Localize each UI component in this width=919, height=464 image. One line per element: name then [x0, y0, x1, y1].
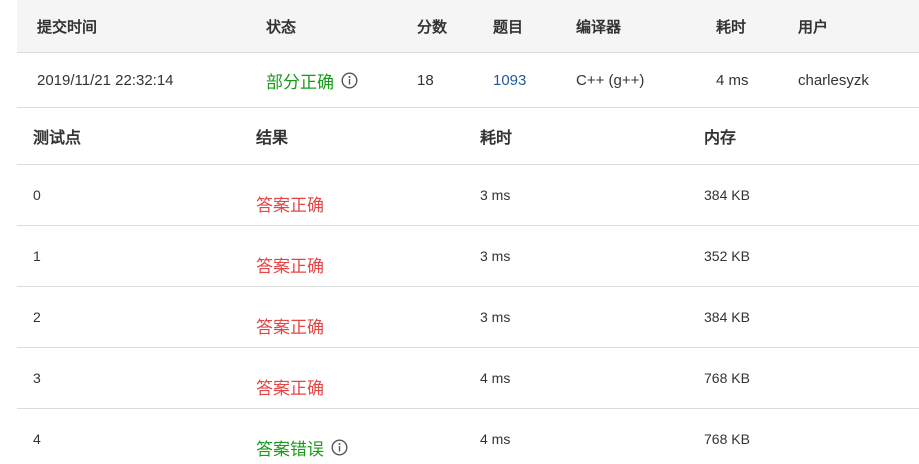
submission-row: 2019/11/21 22:32:14 部分正确 18 1093 C++ (g+…: [17, 53, 919, 108]
table-row: 0 答案正确 3 ms 384 KB: [17, 165, 919, 226]
header-time: 耗时: [480, 130, 513, 147]
submission-detail-page: 提交时间 状态 分数 题目 编译器 耗时 用户 2019/11/21 22:32…: [0, 0, 919, 464]
test-memory: 352 KB: [704, 248, 750, 264]
test-id: 3: [33, 370, 41, 386]
test-points-table: 测试点 结果 耗时 内存 0 答案正确 3 ms 384 KB 1 答案正确 3…: [17, 108, 919, 464]
test-memory: 768 KB: [704, 370, 750, 386]
user-value: charlesyzk: [798, 71, 869, 89]
test-time: 3 ms: [480, 187, 511, 203]
test-result: 答案正确: [256, 378, 324, 398]
test-time: 4 ms: [480, 431, 511, 447]
test-result-cell: 答案错误: [256, 409, 348, 464]
header-result: 结果: [256, 130, 289, 147]
score-value: 18: [417, 71, 434, 89]
test-id: 1: [33, 248, 41, 264]
test-time: 3 ms: [480, 309, 511, 325]
header-memory: 内存: [704, 130, 737, 147]
compiler-value: C++ (g++): [576, 71, 645, 89]
info-icon[interactable]: [341, 71, 358, 89]
submission-table: 提交时间 状态 分数 题目 编译器 耗时 用户 2019/11/21 22:32…: [17, 0, 919, 108]
header-problem: 题目: [493, 18, 524, 36]
cost-value: 4 ms: [716, 71, 749, 89]
header-user: 用户: [798, 18, 829, 36]
status-cell: 部分正确: [266, 53, 358, 107]
problem-link[interactable]: 1093: [493, 53, 526, 107]
test-header-row: 测试点 结果 耗时 内存: [17, 108, 919, 165]
submission-header-row: 提交时间 状态 分数 题目 编译器 耗时 用户: [17, 0, 919, 53]
test-memory: 384 KB: [704, 309, 750, 325]
test-id: 4: [33, 431, 41, 447]
submit-time: 2019/11/21 22:32:14: [37, 71, 174, 89]
header-cost: 耗时: [716, 18, 747, 36]
test-result: 答案正确: [256, 256, 324, 276]
test-time: 3 ms: [480, 248, 511, 264]
test-memory: 384 KB: [704, 187, 750, 203]
test-id: 0: [33, 187, 41, 203]
table-row: 2 答案正确 3 ms 384 KB: [17, 287, 919, 348]
header-score: 分数: [417, 18, 448, 36]
test-result: 答案错误: [256, 439, 324, 459]
table-row: 4 答案错误 4 ms 768 KB: [17, 409, 919, 464]
header-compiler: 编译器: [576, 18, 622, 36]
table-row: 3 答案正确 4 ms 768 KB: [17, 348, 919, 409]
status-text: 部分正确: [266, 72, 334, 92]
header-test-point: 测试点: [33, 130, 82, 147]
header-status: 状态: [266, 18, 297, 36]
test-time: 4 ms: [480, 370, 511, 386]
info-icon[interactable]: [331, 438, 348, 456]
table-row: 1 答案正确 3 ms 352 KB: [17, 226, 919, 287]
test-result: 答案正确: [256, 317, 324, 337]
test-memory: 768 KB: [704, 431, 750, 447]
test-result: 答案正确: [256, 195, 324, 215]
test-id: 2: [33, 309, 41, 325]
header-submit-time: 提交时间: [37, 18, 98, 36]
